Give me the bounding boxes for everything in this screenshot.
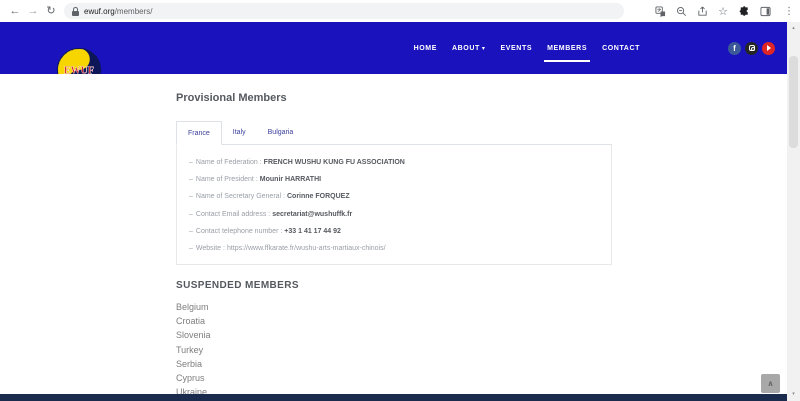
federation-details-panel: –Name of Federation :FRENCH WUSHU KUNG F… (176, 145, 612, 265)
forward-icon[interactable]: → (24, 0, 42, 22)
nav-about-label: ABOUT (452, 45, 480, 52)
detail-value-email[interactable]: secretariat@wushuffk.fr (272, 211, 352, 218)
facebook-icon[interactable]: f (728, 42, 741, 55)
list-item-turkey: Turkey (176, 343, 612, 357)
suspended-members-title: SUSPENDED MEMBERS (176, 280, 612, 291)
list-item-croatia: Croatia (176, 314, 612, 328)
scroll-to-top-button[interactable]: ∧ (761, 374, 780, 393)
scrollbar-up-icon[interactable]: ▴ (787, 25, 800, 31)
list-item-slovenia: Slovenia (176, 328, 612, 342)
tab-bulgaria[interactable]: Bulgaria (257, 121, 305, 144)
instagram-icon[interactable] (745, 42, 758, 55)
scrollbar-down-icon[interactable]: ▾ (787, 391, 800, 397)
dash: – (189, 159, 193, 166)
url-domain: ewuf.org (84, 7, 115, 16)
url-text[interactable]: ewuf.org/members/ (84, 7, 152, 16)
address-bar[interactable]: ewuf.org/members/ (64, 3, 624, 19)
tab-italy[interactable]: Italy (222, 121, 257, 144)
play-glyph (767, 45, 771, 51)
suspended-members-list: Belgium Croatia Slovenia Turkey Serbia C… (176, 300, 612, 399)
country-tabs: France Italy Bulgaria (176, 121, 612, 145)
lock-icon[interactable] (72, 7, 79, 16)
browser-toolbar: ← → ↻ ewuf.org/members/ ☆ ⋮ (0, 0, 800, 22)
youtube-icon[interactable] (762, 42, 775, 55)
nav-item-home[interactable]: HOME (414, 45, 437, 52)
footer-bar (0, 394, 787, 401)
translate-icon[interactable] (654, 5, 666, 17)
detail-row-federation: –Name of Federation :FRENCH WUSHU KUNG F… (189, 154, 599, 171)
browser-menu-icon[interactable]: ⋮ (784, 6, 794, 17)
dash: – (189, 211, 193, 218)
instagram-glyph (749, 45, 755, 51)
detail-value: FRENCH WUSHU KUNG FU ASSOCIATION (264, 159, 405, 166)
detail-label: Name of President : (196, 176, 258, 183)
list-item-belgium: Belgium (176, 300, 612, 314)
detail-label: Contact telephone number : (196, 228, 282, 235)
chevron-down-icon: ▾ (482, 46, 486, 52)
detail-label: Name of Secretary General : (196, 193, 285, 200)
scrollbar-thumb[interactable] (789, 56, 798, 148)
provisional-members-title: Provisional Members (176, 92, 612, 104)
detail-label: Website : (196, 245, 225, 252)
nav-item-members[interactable]: MEMBERS (547, 45, 587, 52)
page-content: Provisional Members France Italy Bulgari… (0, 74, 787, 394)
nav-item-events[interactable]: EVENTS (501, 45, 533, 52)
detail-row-secretary: –Name of Secretary General :Corinne FORQ… (189, 188, 599, 205)
back-icon[interactable]: ← (6, 0, 24, 22)
tab-france[interactable]: France (176, 121, 222, 145)
detail-value: Mounir HARRATHI (260, 176, 321, 183)
main-nav: HOME ABOUT▾ EVENTS MEMBERS CONTACT (414, 22, 640, 74)
detail-label: Name of Federation : (196, 159, 262, 166)
nav-item-contact[interactable]: CONTACT (602, 45, 640, 52)
detail-row-president: –Name of President :Mounir HARRATHI (189, 171, 599, 188)
detail-label: Contact Email address : (196, 211, 270, 218)
dash: – (189, 176, 193, 183)
site-header: EWUF HOME ABOUT▾ EVENTS MEMBERS CONTACT … (0, 22, 787, 74)
detail-row-email: –Contact Email address :secretariat@wush… (189, 206, 599, 223)
refresh-icon[interactable]: ↻ (42, 0, 60, 22)
detail-value-website-link[interactable]: https://www.ffkarate.fr/wushu-arts-marti… (227, 245, 386, 252)
list-item-serbia: Serbia (176, 357, 612, 371)
detail-row-phone: –Contact telephone number :+33 1 41 17 4… (189, 223, 599, 240)
dash: – (189, 193, 193, 200)
members-container: Provisional Members France Italy Bulgari… (176, 74, 612, 399)
share-icon[interactable] (696, 5, 708, 17)
dash: – (189, 245, 193, 252)
side-panel-icon[interactable] (759, 5, 771, 17)
list-item-cyprus: Cyprus (176, 371, 612, 385)
detail-row-website: –Website :https://www.ffkarate.fr/wushu-… (189, 240, 599, 257)
url-path: /members/ (115, 7, 153, 16)
zoom-icon[interactable] (675, 5, 687, 17)
vertical-scrollbar[interactable]: ▴ ▾ (787, 22, 800, 401)
nav-item-about[interactable]: ABOUT▾ (452, 45, 486, 52)
bookmark-icon[interactable]: ☆ (717, 5, 729, 17)
detail-value-phone: +33 1 41 17 44 92 (284, 228, 341, 235)
toolbar-actions: ☆ ⋮ (654, 5, 794, 17)
dash: – (189, 228, 193, 235)
detail-value: Corinne FORQUEZ (287, 193, 350, 200)
social-links: f (728, 22, 775, 74)
extensions-icon[interactable] (738, 5, 750, 17)
chevron-up-icon: ∧ (767, 379, 774, 388)
